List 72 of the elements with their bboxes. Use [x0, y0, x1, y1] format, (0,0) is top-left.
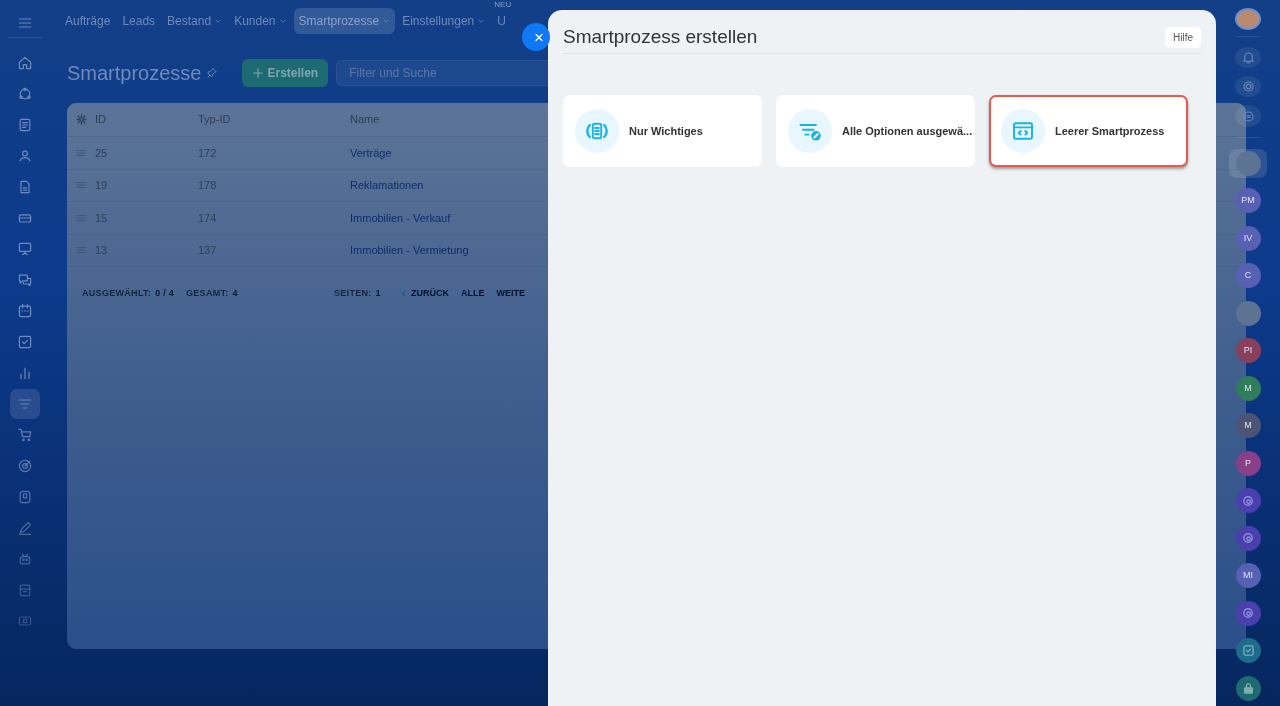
- table-link[interactable]: Verträge: [350, 146, 392, 159]
- nav-tab[interactable]: Aufträge: [60, 8, 116, 34]
- previous-link[interactable]: ZURÜCK: [400, 287, 449, 301]
- table-cell: 174: [198, 211, 217, 224]
- table-link[interactable]: Immobilien - Vermietung: [350, 244, 469, 256]
- table-cell: 25: [95, 146, 108, 159]
- selected-count-label: AUSGEWÄHLT:: [82, 287, 152, 300]
- chevron-down-icon: [278, 17, 287, 25]
- task-avatar[interactable]: [1235, 638, 1261, 664]
- nav-tab[interactable]: Smartprozesse: [293, 8, 396, 34]
- calendar-icon: [17, 303, 33, 319]
- target-icon: [17, 458, 33, 474]
- bell-icon: [1240, 50, 1256, 65]
- user-avatar[interactable]: [1235, 8, 1261, 31]
- chevron-down-icon: [382, 17, 391, 25]
- robot-icon: [17, 551, 33, 567]
- people-icon: [17, 148, 33, 164]
- home-icon: [17, 55, 33, 71]
- option-card[interactable]: Nur Wichtiges: [563, 94, 762, 167]
- pages-label: SEITEN:: [334, 287, 372, 300]
- close-button[interactable]: [522, 23, 550, 51]
- nav-tab[interactable]: Kunden: [229, 8, 292, 34]
- chevron-down-icon: [477, 17, 486, 25]
- document-icon: [17, 117, 33, 133]
- option-card[interactable]: Alle Optionen ausgewä...: [776, 94, 975, 167]
- box-icon: [17, 489, 33, 505]
- nav-tab[interactable]: Bestand: [162, 8, 228, 34]
- chevron-left-icon: [400, 290, 407, 298]
- table-link[interactable]: Reklamationen: [350, 179, 424, 191]
- table-link[interactable]: Immobilien - Verkauf: [350, 211, 451, 224]
- page-title: Smartprozesse: [67, 61, 202, 85]
- archive-icon: [17, 582, 33, 598]
- next-link[interactable]: WEITE: [496, 287, 525, 301]
- create-button[interactable]: Erstellen: [241, 59, 329, 87]
- table-cell: 15: [95, 211, 108, 224]
- lock-avatar[interactable]: [1235, 675, 1261, 701]
- table-cell: 172: [198, 146, 217, 159]
- nav-tab[interactable]: Leads: [117, 8, 161, 34]
- lock-icon: [1241, 681, 1255, 695]
- circle-dots-icon: [17, 86, 33, 102]
- checkbox-icon: [1241, 644, 1255, 658]
- chevron-down-icon: [214, 17, 223, 25]
- panel-title: Smartprozess erstellen: [563, 26, 758, 49]
- chat-icon: [17, 272, 33, 288]
- presentation-icon: [17, 241, 33, 257]
- option-card[interactable]: Leerer Smartprozess: [989, 94, 1188, 167]
- selected-count-value: 0 / 4: [155, 287, 175, 300]
- pin-icon: [205, 67, 218, 79]
- column-header[interactable]: Typ-ID: [198, 113, 231, 126]
- nav-tab[interactable]: Einstellungen: [397, 8, 491, 34]
- table-cell: 13: [95, 244, 108, 256]
- pencil-icon: [17, 520, 33, 536]
- all-link[interactable]: ALLE: [461, 287, 485, 301]
- file-icon: [17, 179, 33, 195]
- column-header[interactable]: ID: [95, 113, 106, 126]
- settings-icon: [75, 114, 87, 125]
- filter-nav-button[interactable]: [10, 389, 40, 419]
- table-cell: 19: [95, 179, 108, 191]
- pages-value: 1: [375, 287, 381, 300]
- help-button[interactable]: Hilfe: [1165, 26, 1201, 48]
- cart-icon: [17, 427, 33, 443]
- filter-icon: [17, 396, 33, 412]
- close-icon: [534, 31, 544, 43]
- task-list-icon: [17, 334, 33, 350]
- total-count-value: 4: [232, 287, 238, 300]
- table-cell: 137: [198, 244, 217, 256]
- column-header[interactable]: Name: [350, 113, 380, 126]
- plus-icon: [251, 67, 264, 79]
- total-count-label: GESAMT:: [186, 287, 229, 300]
- bar-chart-icon: [17, 365, 33, 381]
- new-label: NEU: [494, 0, 512, 11]
- table-cell: 178: [198, 179, 217, 191]
